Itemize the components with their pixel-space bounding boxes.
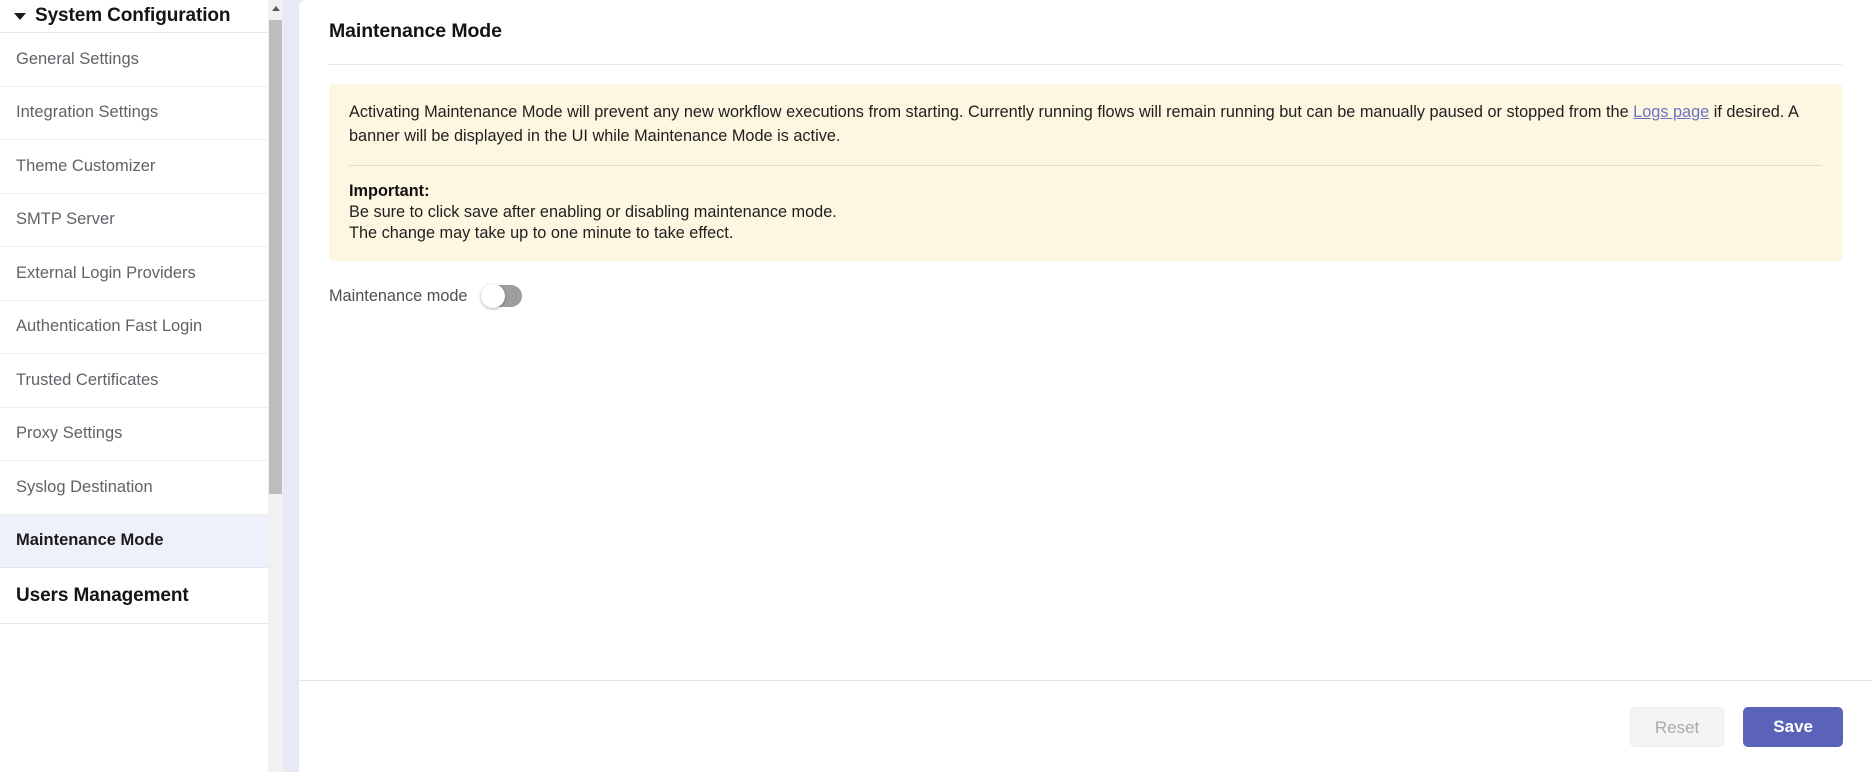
- toggle-knob[interactable]: [481, 284, 506, 308]
- maintenance-mode-notice: Activating Maintenance Mode will prevent…: [329, 84, 1842, 261]
- sidebar-item-label: Maintenance Mode: [16, 531, 164, 550]
- layout-gutter: [283, 0, 299, 772]
- notice-text-before-link: Activating Maintenance Mode will prevent…: [349, 103, 1634, 121]
- sidebar: System Configuration General Settings In…: [0, 0, 268, 772]
- sidebar-item-label: Syslog Destination: [16, 477, 153, 496]
- save-button[interactable]: Save: [1743, 706, 1843, 747]
- form-actions-footer: Reset Save: [299, 680, 1872, 772]
- sidebar-item-general-settings[interactable]: General Settings: [0, 33, 268, 87]
- maintenance-mode-toggle-row: Maintenance mode: [329, 284, 1872, 308]
- sidebar-section-users-management[interactable]: Users Management: [0, 568, 268, 624]
- notice-important-line-2: The change may take up to one minute to …: [349, 224, 734, 242]
- caret-down-icon[interactable]: [14, 12, 26, 20]
- notice-divider: [349, 165, 1822, 166]
- sidebar-item-smtp-server[interactable]: SMTP Server: [0, 193, 268, 247]
- sidebar-item-integration-settings[interactable]: Integration Settings: [0, 86, 268, 140]
- sidebar-item-authentication-fast-login[interactable]: Authentication Fast Login: [0, 300, 268, 354]
- sidebar-item-label: Authentication Fast Login: [16, 317, 203, 336]
- sidebar-item-maintenance-mode[interactable]: Maintenance Mode: [0, 514, 268, 568]
- notice-paragraph: Activating Maintenance Mode will prevent…: [349, 100, 1822, 148]
- scroll-up-arrow-icon[interactable]: [268, 0, 283, 17]
- title-divider: [329, 64, 1842, 65]
- main-panel: Maintenance Mode Activating Maintenance …: [299, 0, 1872, 772]
- logs-page-link[interactable]: Logs page: [1633, 103, 1709, 121]
- sidebar-item-label: External Login Providers: [16, 263, 196, 282]
- sidebar-section-system-configuration[interactable]: System Configuration: [0, 0, 268, 33]
- sidebar-item-theme-customizer[interactable]: Theme Customizer: [0, 140, 268, 194]
- sidebar-item-label: Proxy Settings: [16, 424, 123, 443]
- sidebar-item-label: Trusted Certificates: [16, 370, 159, 389]
- sidebar-item-external-login-providers[interactable]: External Login Providers: [0, 247, 268, 301]
- sidebar-section-title: Users Management: [16, 584, 189, 606]
- maintenance-mode-toggle-label: Maintenance mode: [329, 286, 468, 305]
- main-content: Maintenance Mode Activating Maintenance …: [299, 0, 1872, 680]
- sidebar-section-title: System Configuration: [35, 5, 231, 26]
- sidebar-item-trusted-certificates[interactable]: Trusted Certificates: [0, 354, 268, 408]
- notice-important-line-1: Be sure to click save after enabling or …: [349, 203, 837, 221]
- sidebar-item-label: Theme Customizer: [16, 156, 156, 175]
- reset-button[interactable]: Reset: [1629, 706, 1725, 747]
- sidebar-scrollbar-thumb[interactable]: [269, 20, 282, 494]
- app-root: System Configuration General Settings In…: [0, 0, 1872, 772]
- sidebar-item-syslog-destination[interactable]: Syslog Destination: [0, 461, 268, 515]
- sidebar-item-label: SMTP Server: [16, 210, 115, 229]
- sidebar-scrollbar[interactable]: [268, 0, 283, 772]
- sidebar-menu: General Settings Integration Settings Th…: [0, 33, 268, 624]
- sidebar-item-proxy-settings[interactable]: Proxy Settings: [0, 407, 268, 461]
- maintenance-mode-toggle[interactable]: [481, 284, 523, 308]
- sidebar-item-label: General Settings: [16, 49, 139, 68]
- notice-important-label: Important:: [349, 182, 430, 200]
- page-title: Maintenance Mode: [329, 20, 502, 42]
- sidebar-item-label: Integration Settings: [16, 103, 159, 122]
